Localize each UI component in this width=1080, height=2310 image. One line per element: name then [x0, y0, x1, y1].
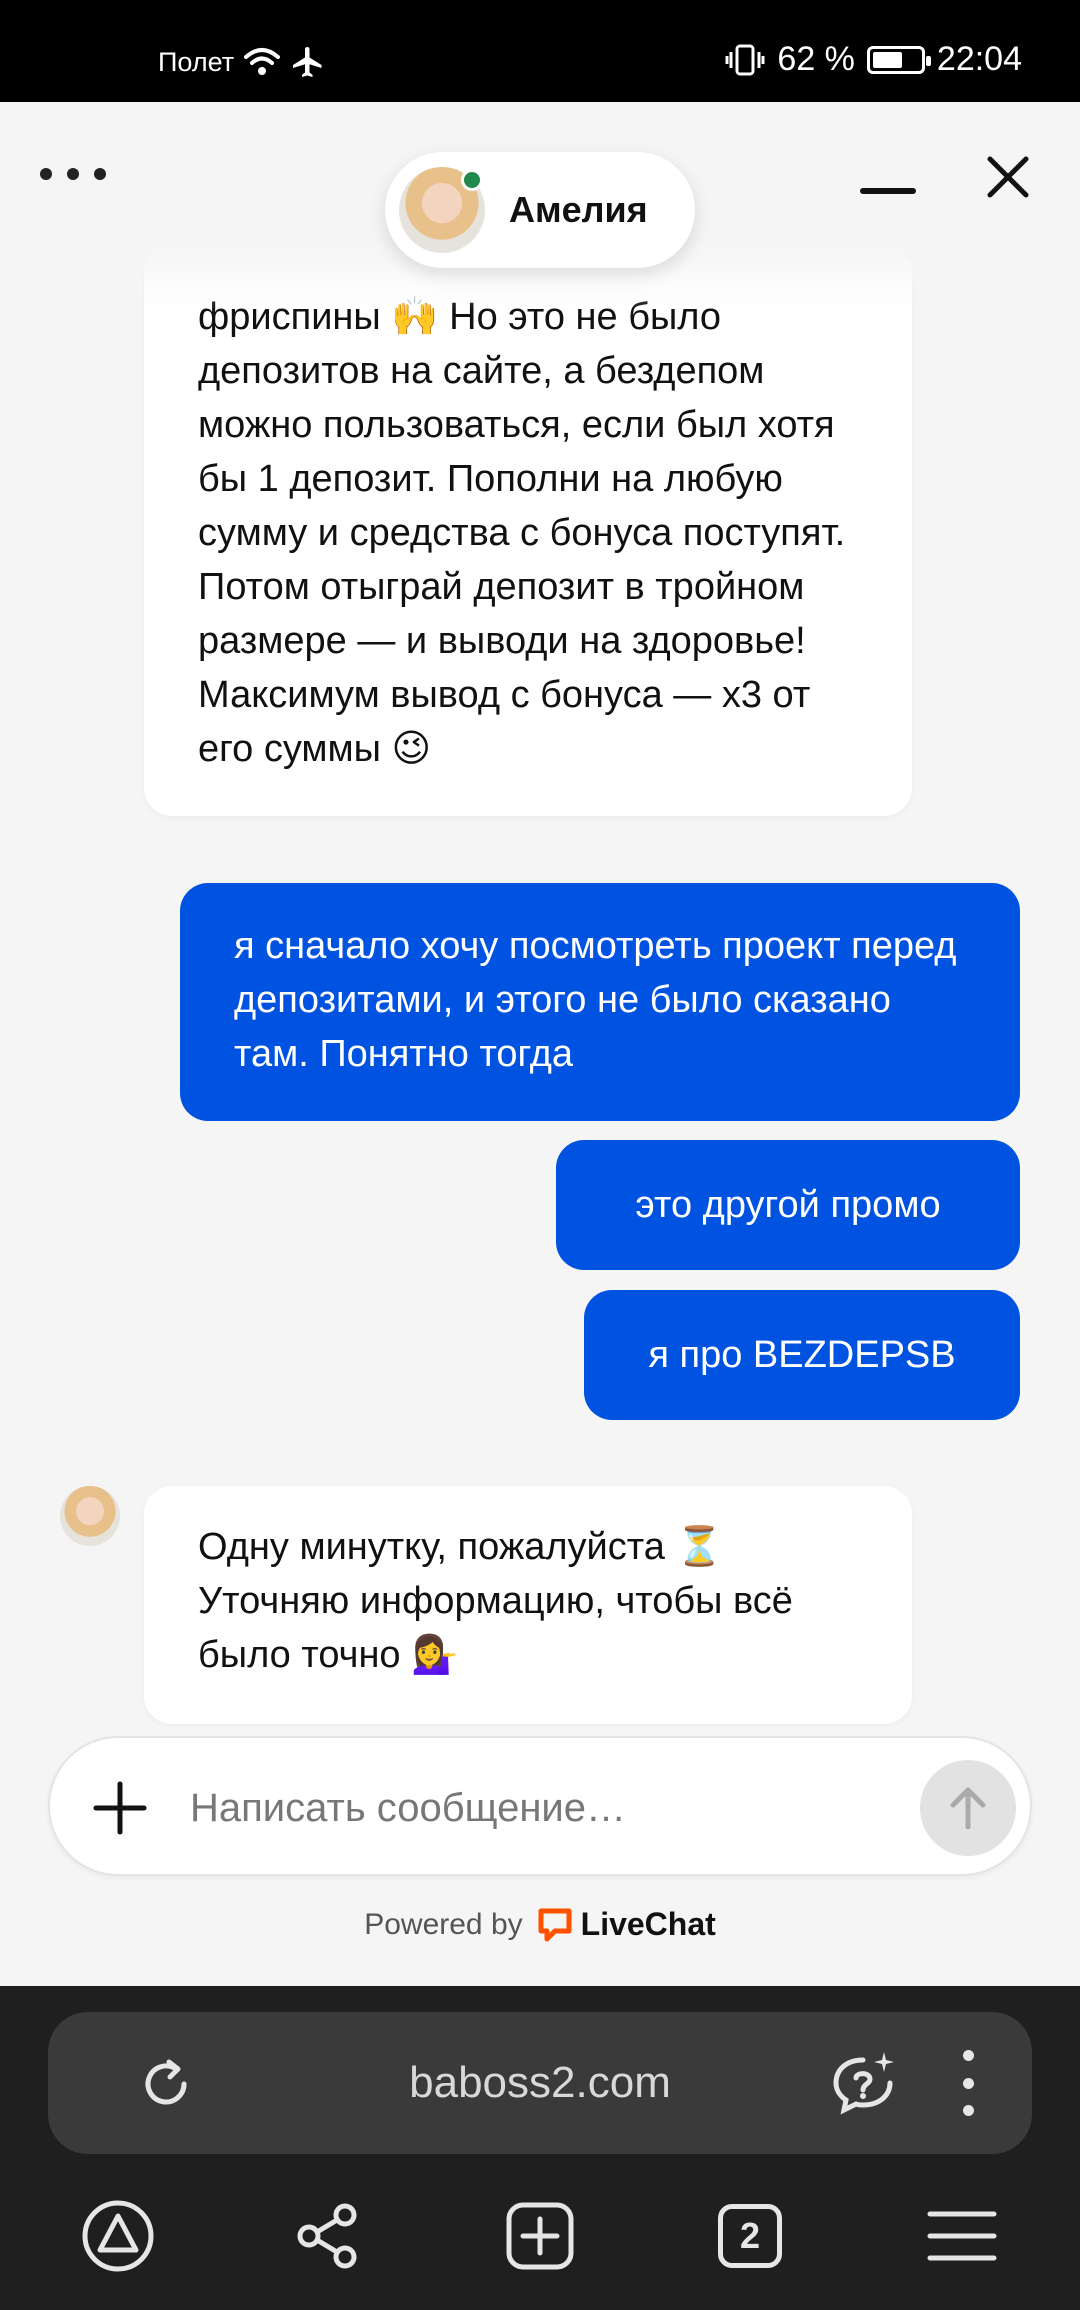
vibrate-icon [725, 44, 765, 75]
user-message: я сначало хочу посмотреть проект перед д… [180, 883, 1020, 1121]
agent-message: фриспины 🙌 Но это не было депозитов на с… [144, 240, 912, 816]
status-left: Полет [158, 44, 326, 80]
message-input[interactable] [190, 1768, 820, 1848]
browser-nav: 2 [0, 2182, 1080, 2292]
online-status-dot [461, 169, 483, 191]
address-bar[interactable]: baboss2.com [48, 2012, 1032, 2154]
powered-by: Powered by LiveChat [0, 1906, 1080, 1943]
airplane-icon [293, 47, 322, 77]
message-text: это другой промо [635, 1184, 941, 1226]
tabs-button[interactable]: 2 [710, 2196, 790, 2276]
livechat-icon [538, 1908, 572, 1941]
new-tab-icon[interactable] [500, 2196, 580, 2276]
agent-message: Одну минутку, пожалуйста ⏳ Уточняю инфор… [144, 1486, 912, 1724]
more-options-button[interactable] [40, 164, 106, 184]
livechat-brand: LiveChat [580, 1906, 716, 1942]
message-text: я сначало хочу посмотреть проект перед д… [234, 925, 957, 1075]
message-text: я про BEZDEPSB [648, 1334, 956, 1376]
browser-menu-icon[interactable] [948, 2050, 988, 2116]
agent-name: Амелия [509, 189, 648, 230]
wifi-icon [244, 48, 281, 75]
battery-icon [866, 45, 931, 74]
alice-assistant-icon[interactable] [78, 2196, 158, 2276]
user-message: это другой промо [556, 1140, 1020, 1270]
status-right: 62 % 22:04 [725, 40, 1022, 79]
carrier-label: Полет [158, 46, 235, 77]
agent-info[interactable]: Амелия [385, 152, 695, 268]
send-button[interactable] [920, 1760, 1016, 1856]
message-text: фриспины 🙌 Но это не было депозитов на с… [198, 296, 846, 770]
agent-avatar-small [60, 1486, 120, 1546]
arrow-up-icon [950, 1787, 986, 1830]
tab-count: 2 [718, 2204, 782, 2268]
close-icon[interactable] [985, 154, 1031, 200]
browser-bar: baboss2.com 2 [0, 1986, 1080, 2310]
minimize-button[interactable] [860, 188, 916, 194]
battery-percent: 62 % [777, 40, 855, 78]
clock: 22:04 [936, 40, 1022, 78]
livechat-logo[interactable]: LiveChat [537, 1906, 716, 1943]
status-bar: Полет 62 % 22:04 [0, 0, 1080, 102]
user-message: я про BEZDEPSB [584, 1290, 1020, 1420]
attach-plus-icon[interactable] [86, 1774, 154, 1842]
share-icon[interactable] [288, 2196, 368, 2276]
agent-avatar [399, 167, 485, 253]
message-text: Одну минутку, пожалуйста ⏳ Уточняю инфор… [198, 1526, 793, 1676]
hamburger-menu-icon[interactable] [922, 2196, 1002, 2276]
chat-header: Амелия [0, 102, 1080, 282]
powered-by-label: Powered by [364, 1907, 523, 1941]
message-composer [48, 1736, 1032, 1876]
chat-help-icon[interactable] [828, 2048, 898, 2118]
